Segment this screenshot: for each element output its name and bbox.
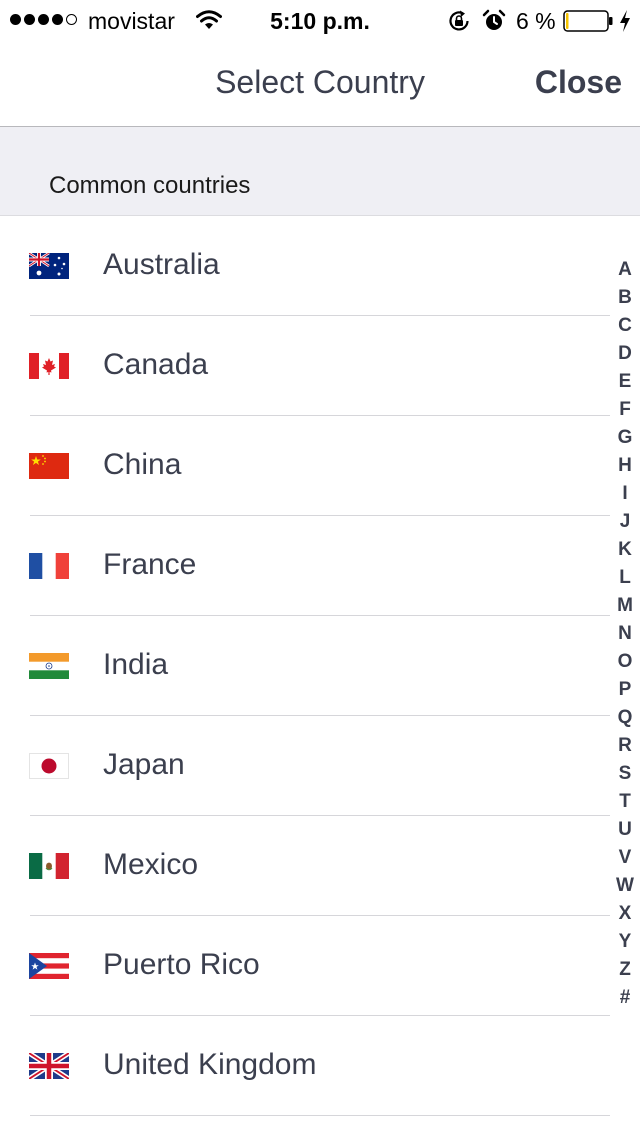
country-list: Australia Canada China France India Japa… [0,216,640,1116]
country-name: United Kingdom [103,1048,317,1081]
index-letter[interactable]: O [618,648,633,676]
japan-flag-icon [29,753,69,779]
section-header: Common countries [0,127,640,216]
country-name: India [103,648,169,681]
index-letter[interactable]: S [619,760,632,788]
mexico-flag-icon [29,853,69,879]
index-letter[interactable]: # [620,984,631,1012]
country-row-china[interactable]: China [0,416,640,516]
close-button[interactable]: Close [535,64,622,101]
index-letter[interactable]: D [618,340,632,368]
index-letter[interactable]: I [622,480,627,508]
country-name: China [103,448,182,481]
country-name: Canada [103,348,209,381]
australia-flag-icon [29,253,69,279]
index-letter[interactable]: W [616,872,634,900]
alarm-icon [482,9,506,39]
index-letter[interactable]: L [619,564,631,592]
status-bar: movistar 5:10 p.m. 6 % [0,0,640,40]
battery-icon [563,10,615,38]
canada-flag-icon [29,353,69,379]
index-letter[interactable]: M [617,592,633,620]
battery-percent: 6 % [516,8,556,34]
index-letter[interactable]: Y [619,928,632,956]
section-header-label: Common countries [49,172,251,199]
country-row-india[interactable]: India [0,616,640,716]
index-letter[interactable]: Z [619,956,631,984]
index-letter[interactable]: X [619,900,632,928]
index-letter[interactable]: G [618,424,633,452]
index-letter[interactable]: K [618,536,632,564]
country-row-united-kingdom[interactable]: United Kingdom [0,1016,640,1116]
index-letter[interactable]: V [619,844,632,872]
index-letter[interactable]: F [619,396,631,424]
country-name: Puerto Rico [103,948,260,981]
index-letter[interactable]: E [619,368,632,396]
country-name: Australia [103,248,220,281]
united-kingdom-flag-icon [29,1053,69,1079]
index-letter[interactable]: N [618,620,632,648]
country-row-australia[interactable]: Australia [0,216,640,316]
country-name: France [103,548,197,581]
china-flag-icon [29,453,69,479]
india-flag-icon [29,653,69,679]
france-flag-icon [29,553,69,579]
charging-icon [618,9,632,39]
index-letter[interactable]: H [618,452,632,480]
country-row-france[interactable]: France [0,516,640,616]
index-letter[interactable]: J [620,508,631,536]
country-row-puerto-rico[interactable]: Puerto Rico [0,916,640,1016]
index-letter[interactable]: R [618,732,632,760]
lock-rotation-icon [447,9,471,39]
navigation-bar: Select Country Close [0,40,640,127]
country-row-mexico[interactable]: Mexico [0,816,640,916]
select-country-screen: movistar 5:10 p.m. 6 % Select Country Cl… [0,0,640,1136]
country-row-canada[interactable]: Canada [0,316,640,416]
index-letter[interactable]: T [619,788,631,816]
index-letter[interactable]: B [618,284,632,312]
puerto-rico-flag-icon [29,953,69,979]
index-letter[interactable]: C [618,312,632,340]
country-name: Mexico [103,848,199,881]
country-row-japan[interactable]: Japan [0,716,640,816]
index-letter[interactable]: Q [618,704,633,732]
country-name: Japan [103,748,185,781]
index-letter[interactable]: U [618,816,632,844]
index-letter[interactable]: P [619,676,632,704]
index-letter[interactable]: A [618,256,632,284]
alphabet-index-bar[interactable]: A B C D E F G H I J K L M N O P Q R S T U V W X Y Z # [611,256,639,1012]
